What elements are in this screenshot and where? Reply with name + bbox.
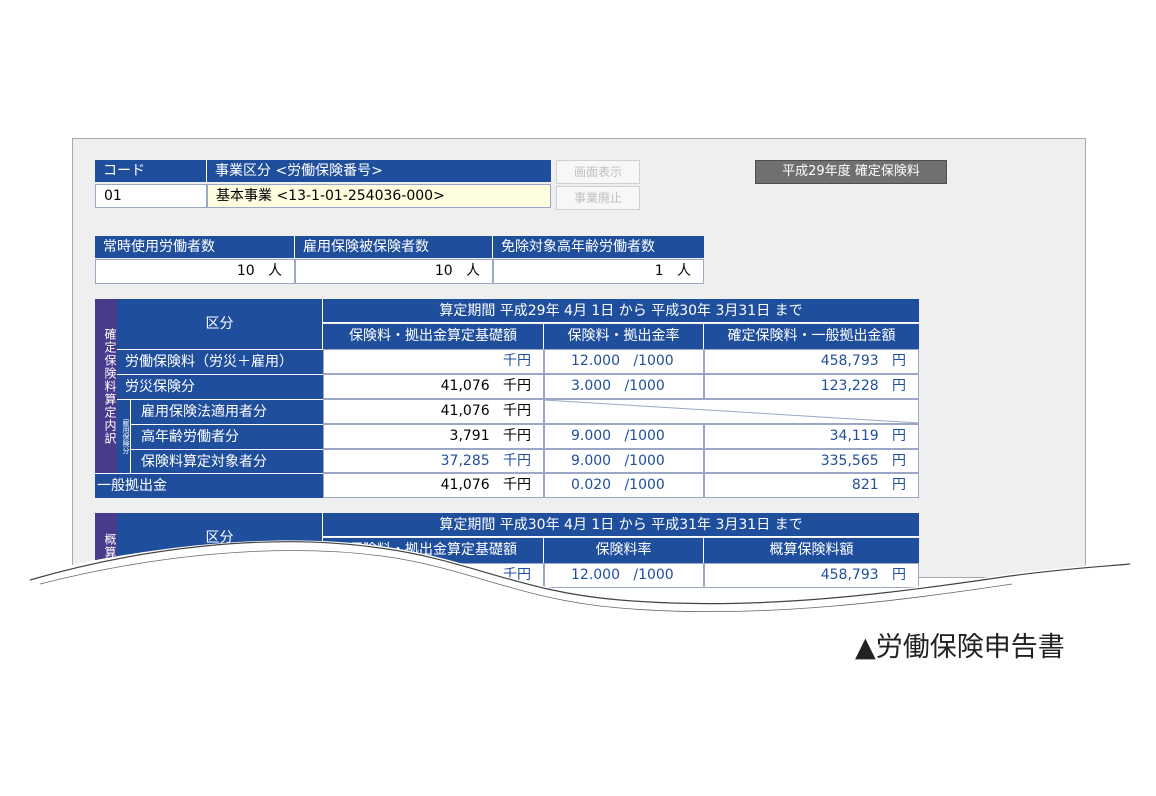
unit-thousand-yen: 千円	[503, 428, 531, 444]
row-amount: 821 円	[704, 473, 919, 498]
amount-value: 458,793	[820, 353, 879, 369]
year-confirmed-button[interactable]: 平成29年度 確定保険料	[755, 160, 947, 184]
unit-yen: 円	[892, 428, 906, 444]
base-value: 3,791	[449, 428, 490, 444]
row-amount: 335,565 円	[704, 449, 919, 473]
workers-count: 10	[236, 263, 255, 279]
unit-yen: 円	[892, 453, 906, 469]
row-label: 労働保険料（労災＋雇用）	[117, 349, 323, 374]
rate-value: 9.000	[571, 428, 612, 444]
unit-per-mille: /1000	[624, 378, 665, 394]
unit-yen: 円	[892, 477, 906, 493]
row-base: 千円	[323, 349, 544, 374]
unit-per-mille: /1000	[624, 453, 665, 469]
rate-value: 0.020	[571, 477, 612, 493]
workers-value-exempt: 1 人	[493, 259, 704, 284]
abolish-button[interactable]: 事業廃止	[556, 186, 640, 210]
row-base: 41,076 千円	[323, 473, 544, 498]
row-rate: 3.000 /1000	[544, 374, 704, 399]
row-amount: 123,228 円	[704, 374, 919, 399]
code-value: 01	[95, 184, 207, 208]
confirmed-category-header: 区分	[117, 299, 323, 349]
unit-yen: 円	[892, 353, 906, 369]
app-panel: コード 事業区分 <労働保険番号> 01 基本事業 <13-1-01-25403…	[72, 138, 1086, 588]
workers-value-insured: 10 人	[295, 259, 493, 284]
base-value: 37,285	[440, 453, 490, 469]
row-rate: 9.000 /1000	[544, 424, 704, 449]
unit-thousand-yen: 千円	[503, 453, 531, 469]
unit-person: 人	[268, 263, 282, 279]
row-label: 保険料算定対象者分	[131, 449, 323, 473]
confirmed-side-label: 確定保険料算定内訳	[95, 299, 117, 473]
confirmed-col-base: 保険料・拠出金算定基礎額	[323, 324, 544, 349]
base-value: 41,076	[440, 378, 490, 394]
base-value: 41,076	[440, 403, 490, 419]
row-label: 労災保険分	[117, 374, 323, 399]
amount-value: 34,119	[829, 428, 879, 444]
row-base: 41,076 千円	[323, 399, 544, 424]
row-amount: 34,119 円	[704, 424, 919, 449]
employment-insurance-sublabel: 雇用保険分	[117, 399, 131, 473]
row-rate: 0.020 /1000	[544, 473, 704, 498]
unit-person: 人	[466, 263, 480, 279]
unit-per-mille: /1000	[633, 353, 674, 369]
unit-yen: 円	[892, 378, 906, 394]
row-label: 高年齢労働者分	[131, 424, 323, 449]
row-base: 41,076 千円	[323, 374, 544, 399]
row-label-general-contribution: 一般拠出金	[95, 473, 323, 498]
caption: ▲労働保険申告書	[855, 632, 1065, 663]
unit-thousand-yen: 千円	[503, 378, 531, 394]
division-value[interactable]: 基本事業 <13-1-01-254036-000>	[207, 184, 551, 208]
amount-value: 335,565	[820, 453, 879, 469]
division-header: 事業区分 <労働保険番号>	[207, 160, 551, 182]
torn-edge-wave	[0, 540, 1156, 630]
unit-per-mille: /1000	[624, 477, 665, 493]
row-label: 雇用保険法適用者分	[131, 399, 323, 424]
workers-count: 1	[654, 263, 664, 279]
diagonal-line	[544, 399, 919, 424]
rate-value: 9.000	[571, 453, 612, 469]
unit-thousand-yen: 千円	[503, 403, 531, 419]
workers-count: 10	[434, 263, 453, 279]
confirmed-period: 算定期間 平成29年 4月 1日 から 平成30年 3月31日 まで	[323, 299, 919, 323]
row-base: 3,791 千円	[323, 424, 544, 449]
amount-value: 821	[851, 477, 879, 493]
workers-header-exempt: 免除対象高年齢労働者数	[493, 236, 704, 258]
base-value: 41,076	[440, 477, 490, 493]
rate-value: 3.000	[571, 378, 612, 394]
row-rate: 12.000 /1000	[544, 349, 704, 374]
unit-thousand-yen: 千円	[503, 477, 531, 493]
row-base: 37,285 千円	[323, 449, 544, 473]
workers-header-insured: 雇用保険被保険者数	[295, 236, 493, 258]
unit-person: 人	[677, 263, 691, 279]
row-rate: 9.000 /1000	[544, 449, 704, 473]
rate-value: 12.000	[571, 353, 620, 369]
confirmed-col-rate: 保険料・拠出金率	[544, 324, 704, 349]
unit-per-mille: /1000	[624, 428, 665, 444]
unit-thousand-yen: 千円	[503, 353, 531, 369]
code-header: コード	[95, 160, 207, 182]
display-button[interactable]: 画面表示	[556, 160, 640, 184]
amount-value: 123,228	[820, 378, 879, 394]
confirmed-col-amount: 確定保険料・一般拠出金額	[704, 324, 919, 349]
workers-header-regular: 常時使用労働者数	[95, 236, 295, 258]
row-amount: 458,793 円	[704, 349, 919, 374]
workers-value-regular: 10 人	[95, 259, 295, 284]
